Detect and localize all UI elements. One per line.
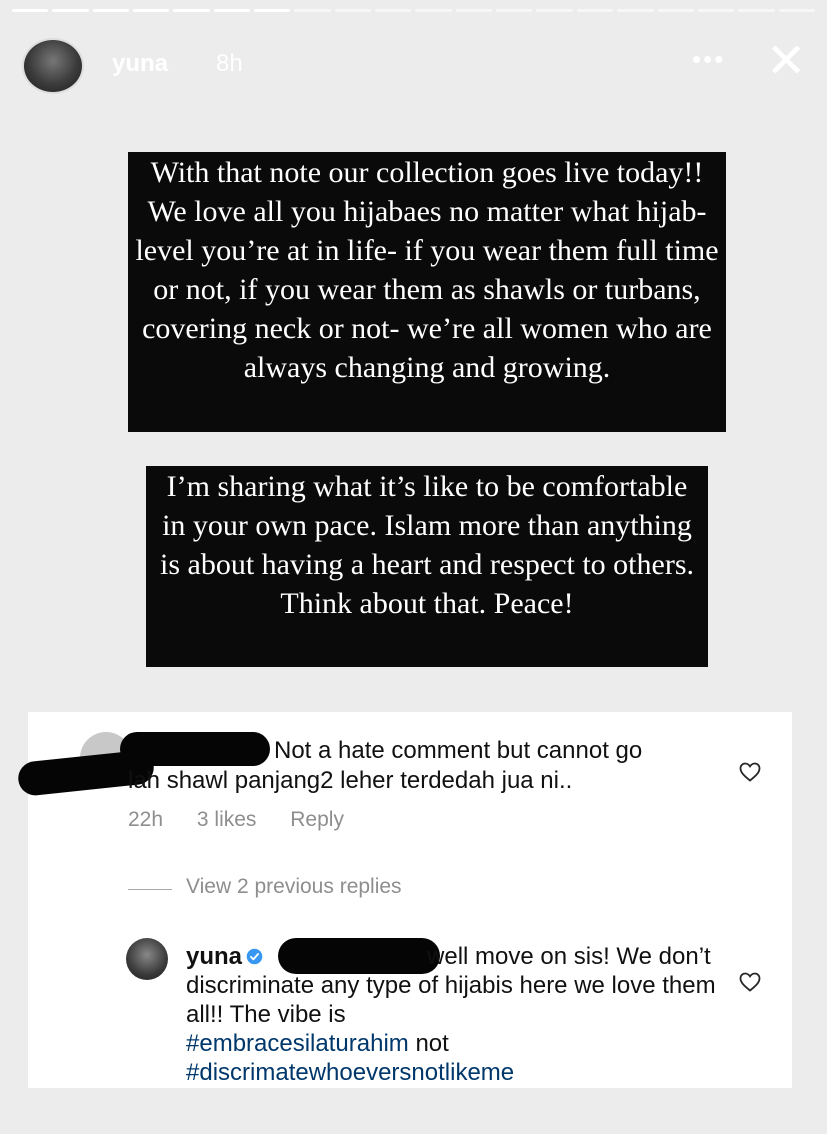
progress-segment [334, 9, 372, 12]
story-time: 8h [216, 50, 243, 77]
reply-not: not [415, 1030, 449, 1057]
verified-badge-icon [246, 948, 263, 965]
progress-segment [92, 9, 130, 12]
progress-segment [657, 9, 694, 12]
progress-segment [415, 9, 452, 12]
progress-segment [52, 9, 89, 12]
progress-segment [375, 9, 412, 12]
comment-meta: 22h 3 likes Reply [128, 808, 372, 832]
progress-segment [576, 9, 614, 12]
profile-avatar[interactable] [22, 38, 84, 94]
view-previous-replies[interactable]: View 2 previous replies [186, 875, 402, 899]
comment-text: Not a hate comment but cannot go lah sha… [128, 736, 688, 796]
comment-line-2: lah shawl panjang2 leher terdedah jua ni… [128, 767, 573, 794]
progress-segment [536, 9, 573, 12]
replies-divider [128, 889, 172, 890]
story-username[interactable]: yuna [112, 50, 168, 78]
reply-avatar[interactable] [126, 938, 168, 980]
progress-segment [697, 9, 735, 12]
progress-segment [254, 9, 291, 12]
progress-segment [455, 9, 493, 12]
progress-segment [738, 9, 775, 12]
comment-line-1: Not a hate comment but cannot go [274, 737, 643, 764]
story-caption-2: I’m sharing what it’s like to be comfort… [146, 466, 708, 667]
reply-button[interactable]: Reply [290, 808, 344, 831]
progress-segment [778, 9, 815, 12]
progress-segment [617, 9, 654, 12]
hashtag-link[interactable]: #discrimatewhoeversnotlikeme [186, 1059, 514, 1086]
story-progress-bar [12, 9, 815, 12]
story-header: yuna 8h ••• ✕ [22, 36, 807, 96]
close-icon[interactable]: ✕ [766, 38, 806, 86]
comment-time: 22h [128, 808, 164, 831]
hashtag-link[interactable]: #embracesilaturahim [186, 1030, 409, 1057]
reply-text: yuna well move on sis! We don’t discrimin… [186, 942, 726, 1087]
heart-icon[interactable] [738, 760, 762, 784]
progress-segment [133, 9, 170, 12]
more-icon[interactable]: ••• [692, 44, 725, 75]
progress-segment [173, 9, 210, 12]
comment-screenshot: Not a hate comment but cannot go lah sha… [16, 712, 792, 1088]
story-caption-1: With that note our collection goes live … [128, 152, 726, 432]
progress-segment [213, 9, 251, 12]
comment-likes[interactable]: 3 likes [197, 808, 257, 831]
progress-segment [294, 9, 331, 12]
progress-segment [496, 9, 533, 12]
heart-icon[interactable] [738, 970, 762, 994]
reply-body: well move on sis! We don’t discriminate … [186, 943, 716, 1028]
reply-username[interactable]: yuna [186, 943, 242, 970]
progress-segment [12, 9, 49, 12]
